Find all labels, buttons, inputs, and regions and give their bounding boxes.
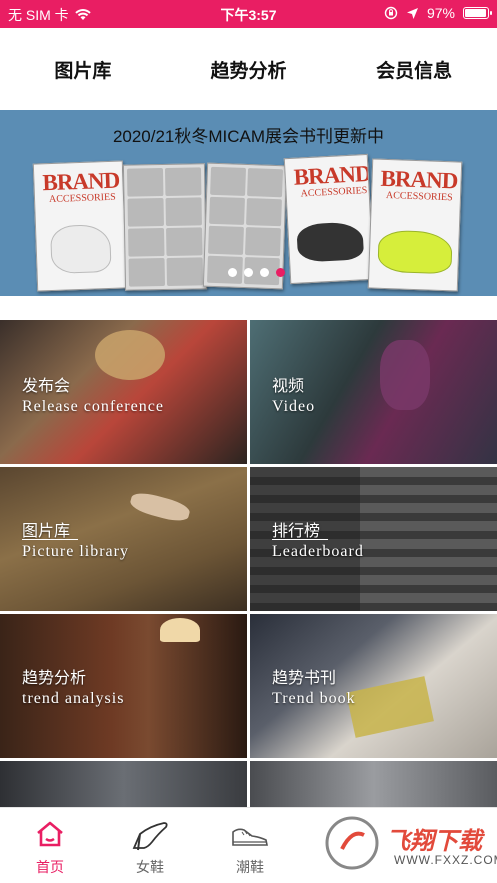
bottom-tab-bar: 首页 女鞋 潮鞋 飞翔下载 WWW.FXXZ.COM — [0, 807, 497, 883]
tile-trend-book[interactable]: 趋势书刊 Trend book — [250, 614, 497, 758]
shoe-image — [49, 223, 112, 275]
tile-underline — [272, 539, 328, 540]
tile-en-label: Leaderboard — [272, 543, 364, 560]
tile-underline — [22, 539, 78, 540]
nav-item-trend-analysis[interactable]: 趋势分析 — [166, 28, 332, 110]
heels-photo — [128, 489, 192, 525]
tile-release-conference[interactable]: 发布会 Release conference — [0, 320, 247, 464]
banner-title: 2020/21秋冬MICAM展会书刊更新中 — [112, 127, 385, 146]
tile-cn-label: 排行榜 — [272, 523, 321, 540]
tab-label: 女鞋 — [136, 859, 164, 875]
tile-cn-label: 发布会 — [22, 378, 71, 395]
tile-picture-library[interactable]: 图片库 Picture library — [0, 467, 247, 611]
magazine-cover-2: BRAND ACCESSORIES — [283, 153, 375, 285]
battery-icon — [463, 7, 492, 19]
tile-cn-label: 趋势分析 — [22, 670, 87, 687]
carousel-dot[interactable] — [260, 268, 269, 277]
nav-item-member-info[interactable]: 会员信息 — [331, 28, 497, 110]
carousel-dot-active[interactable] — [276, 268, 285, 277]
watermark-text: 飞翔下载 — [386, 828, 482, 855]
video-photo — [380, 340, 430, 410]
tab-label: 首页 — [36, 859, 64, 875]
magazine-cover-3: BRAND ACCESSORIES — [367, 158, 463, 292]
shoe-image — [296, 221, 365, 263]
orientation-lock-icon — [384, 6, 398, 20]
tile-partial-left[interactable] — [0, 761, 247, 807]
trend-photo — [160, 618, 200, 642]
top-nav: 图片库 趋势分析 会员信息 — [0, 28, 497, 110]
carousel-dot[interactable] — [228, 268, 237, 277]
book-photo — [346, 676, 434, 738]
tile-partial-right[interactable] — [250, 761, 497, 807]
home-icon — [37, 821, 63, 847]
location-arrow-icon — [406, 7, 418, 19]
high-heel-icon — [132, 822, 168, 851]
tile-cn-label: 视频 — [272, 378, 305, 395]
watermark: 飞翔下载 WWW.FXXZ.COM — [322, 813, 497, 873]
release-photo — [95, 330, 165, 380]
magazine-grid-1 — [122, 163, 208, 291]
tab-home[interactable]: 首页 — [0, 808, 100, 883]
tile-video[interactable]: 视频 Video — [250, 320, 497, 464]
tile-trend-analysis[interactable]: 趋势分析 trend analysis — [0, 614, 247, 758]
battery-percent: 97% — [426, 5, 455, 21]
watermark-logo-icon — [325, 816, 379, 870]
battery-fill — [465, 9, 487, 17]
tab-womens-shoes[interactable]: 女鞋 — [100, 808, 200, 883]
tile-cn-label: 图片库 — [22, 523, 71, 540]
magazine-sub-2: ACCESSORIES — [300, 184, 368, 200]
carousel-dot[interactable] — [244, 268, 253, 277]
magazine-sub-3: ACCESSORIES — [385, 189, 453, 204]
sneaker-icon — [232, 828, 268, 846]
magazine-cover-1: BRAND ACCESSORIES — [32, 160, 128, 292]
tab-label: 潮鞋 — [236, 859, 264, 875]
tile-en-label: trend analysis — [22, 690, 125, 707]
carousel-dots — [228, 268, 285, 277]
shoe-image — [377, 229, 453, 275]
nav-item-picture-library[interactable]: 图片库 — [0, 28, 166, 110]
tile-leaderboard[interactable]: 排行榜 Leaderboard — [250, 467, 497, 611]
tile-en-label: Trend book — [272, 690, 356, 707]
magazine-sub-1: ACCESSORIES — [48, 191, 116, 206]
tile-en-label: Picture library — [22, 543, 129, 560]
tab-trendy-shoes[interactable]: 潮鞋 — [200, 808, 300, 883]
tile-cn-label: 趋势书刊 — [272, 670, 337, 687]
watermark-url: WWW.FXXZ.COM — [394, 853, 497, 867]
tile-en-label: Release conference — [22, 398, 164, 415]
status-bar: 无 SIM 卡 下午3:57 97% — [0, 0, 497, 28]
tile-en-label: Video — [272, 398, 316, 415]
